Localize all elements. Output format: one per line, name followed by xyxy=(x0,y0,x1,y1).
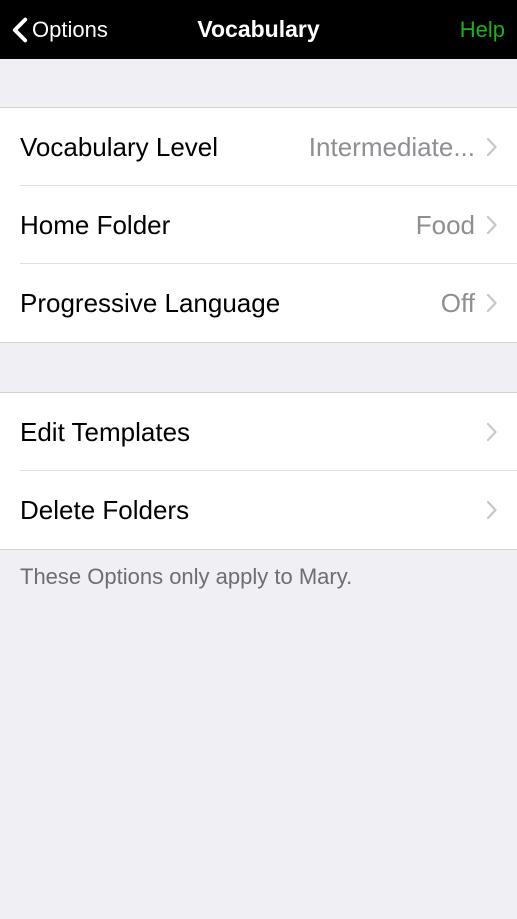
page-title: Vocabulary xyxy=(197,16,319,43)
footer-note: These Options only apply to Mary. xyxy=(0,550,517,604)
chevron-right-icon xyxy=(487,216,497,234)
row-label: Delete Folders xyxy=(20,495,189,526)
row-label: Vocabulary Level xyxy=(20,132,218,163)
back-button[interactable]: Options xyxy=(12,17,108,43)
home-folder-row[interactable]: Home Folder Food xyxy=(0,186,517,264)
row-label: Edit Templates xyxy=(20,417,190,448)
chevron-right-icon xyxy=(487,423,497,441)
row-value: Intermediate... xyxy=(309,132,475,163)
vocabulary-level-row[interactable]: Vocabulary Level Intermediate... xyxy=(0,108,517,186)
row-label: Home Folder xyxy=(20,210,170,241)
edit-templates-row[interactable]: Edit Templates xyxy=(0,393,517,471)
actions-section: Edit Templates Delete Folders xyxy=(0,392,517,550)
help-button[interactable]: Help xyxy=(460,17,505,43)
vocabulary-settings-section: Vocabulary Level Intermediate... Home Fo… xyxy=(0,107,517,343)
chevron-right-icon xyxy=(487,138,497,156)
chevron-right-icon xyxy=(487,294,497,312)
row-value: Off xyxy=(441,288,475,319)
chevron-right-icon xyxy=(487,501,497,519)
progressive-language-row[interactable]: Progressive Language Off xyxy=(0,264,517,342)
back-button-label: Options xyxy=(32,17,108,43)
row-label: Progressive Language xyxy=(20,288,280,319)
navbar: Options Vocabulary Help xyxy=(0,0,517,59)
delete-folders-row[interactable]: Delete Folders xyxy=(0,471,517,549)
spacer xyxy=(0,59,517,107)
row-value: Food xyxy=(416,210,475,241)
spacer xyxy=(0,343,517,392)
chevron-left-icon xyxy=(12,17,28,43)
